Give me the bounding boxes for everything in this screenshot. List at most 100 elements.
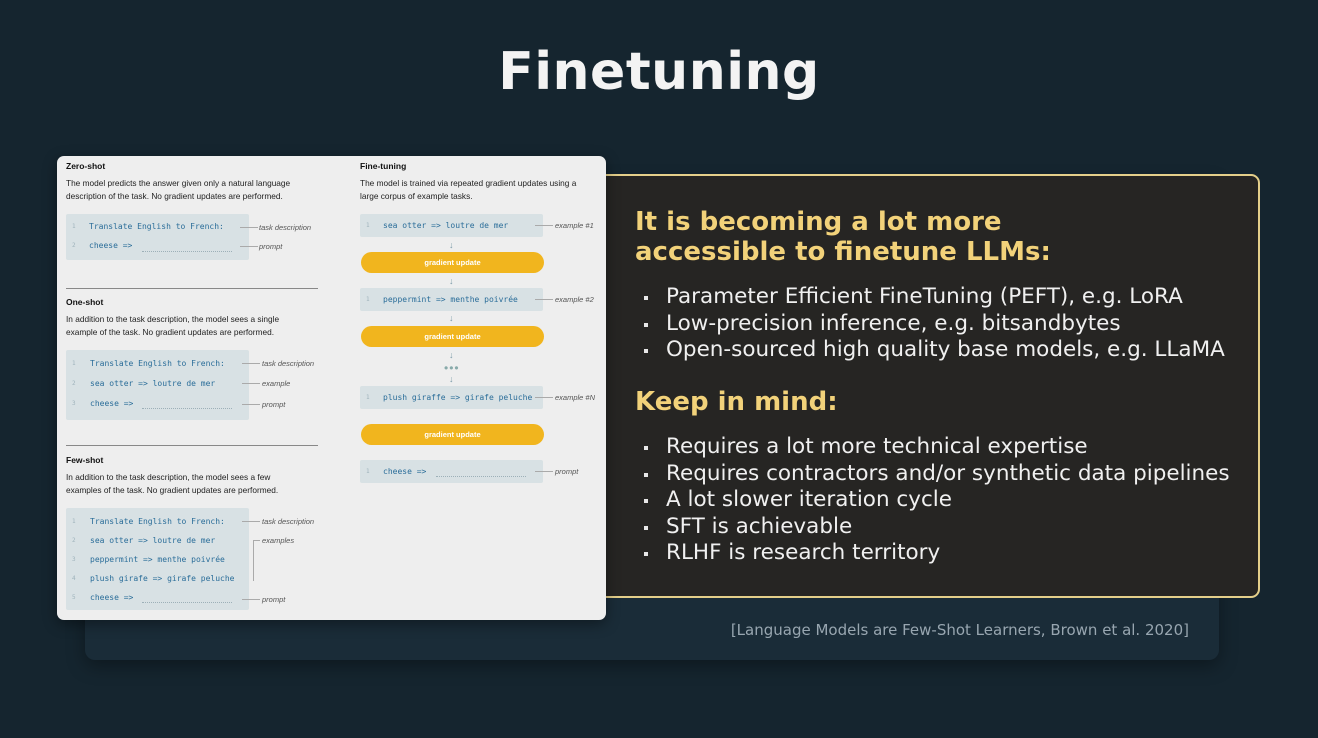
fine-tuning-example-1: 1 sea otter => loutre de mer bbox=[360, 214, 543, 237]
fine-tuning-example-2: 1 peppermint => menthe poivrée bbox=[360, 288, 543, 311]
annotation-line bbox=[535, 299, 553, 300]
few-shot-code-block: 1 Translate English to French: 2 sea ott… bbox=[66, 508, 249, 610]
gradient-update-pill: gradient update bbox=[361, 326, 544, 347]
line-number: 1 bbox=[366, 296, 370, 303]
few-shot-figure: Zero-shot The model predicts the answer … bbox=[57, 156, 606, 620]
prompt-blank bbox=[436, 476, 526, 477]
prompt-blank bbox=[142, 602, 232, 603]
annotation-line bbox=[242, 404, 260, 405]
zero-shot-title: Zero-shot bbox=[66, 161, 106, 171]
annotation-prompt: prompt bbox=[262, 400, 286, 409]
examples-bracket bbox=[245, 541, 254, 581]
gradient-update-pill: gradient update bbox=[361, 424, 544, 445]
fine-tuning-prompt: 1 cheese => bbox=[360, 460, 543, 483]
down-arrow-icon: ↓ bbox=[449, 350, 454, 360]
one-shot-description: In addition to the task description, the… bbox=[66, 314, 280, 337]
line-number: 1 bbox=[366, 394, 370, 401]
prompt-blank bbox=[142, 408, 232, 409]
section-divider bbox=[66, 445, 318, 446]
heading-accessible-line-1: It is becoming a lot more bbox=[635, 207, 1002, 237]
bullet-item: A lot slower iteration cycle bbox=[640, 487, 1230, 514]
code-line: cheese => bbox=[90, 399, 134, 408]
down-arrow-icon: ↓ bbox=[449, 276, 454, 286]
annotation-task-description: task description bbox=[262, 359, 315, 368]
annotation-examples: examples bbox=[262, 536, 295, 545]
code-line: sea otter => loutre de mer bbox=[383, 221, 509, 230]
annotation-prompt: prompt bbox=[555, 467, 579, 476]
fine-tuning-example-n: 1 plush giraffe => girafe peluche bbox=[360, 386, 543, 409]
line-number: 2 bbox=[72, 242, 76, 249]
annotation-line bbox=[240, 227, 258, 228]
code-line: Translate English to French: bbox=[89, 222, 224, 231]
annotation-line bbox=[242, 383, 260, 384]
code-line: cheese => bbox=[89, 241, 133, 250]
line-number: 3 bbox=[72, 400, 76, 407]
annotation-example-2: example #2 bbox=[555, 295, 594, 304]
line-number: 2 bbox=[72, 380, 76, 387]
few-shot-description: In addition to the task description, the… bbox=[66, 472, 279, 495]
annotation-example: example bbox=[262, 379, 291, 388]
zero-shot-code-block: 1 Translate English to French: 2 cheese … bbox=[66, 214, 249, 260]
annotation-line bbox=[242, 521, 260, 522]
bullet-item: Requires contractors and/or synthetic da… bbox=[640, 461, 1230, 488]
accessible-bullet-list: Parameter Efficient FineTuning (PEFT), e… bbox=[640, 284, 1225, 364]
down-arrow-icon: ↓ bbox=[449, 313, 454, 323]
annotation-line bbox=[240, 246, 258, 247]
down-arrow-icon: ↓ bbox=[449, 240, 454, 250]
code-line: peppermint => menthe poivrée bbox=[90, 555, 225, 564]
code-line: cheese => bbox=[90, 593, 134, 602]
line-number: 1 bbox=[366, 468, 370, 475]
code-line: peppermint => menthe poivrée bbox=[383, 295, 518, 304]
zero-shot-description: The model predicts the answer given only… bbox=[66, 178, 291, 201]
one-shot-title: One-shot bbox=[66, 297, 104, 307]
one-shot-code-block: 1 Translate English to French: 2 sea ott… bbox=[66, 350, 249, 420]
keep-in-mind-bullet-list: Requires a lot more technical expertise … bbox=[640, 434, 1230, 567]
code-line: Translate English to French: bbox=[90, 359, 225, 368]
annotation-example-1: example #1 bbox=[555, 221, 594, 230]
heading-accessible: It is becoming a lot more accessible to … bbox=[635, 207, 1051, 267]
annotation-line bbox=[535, 225, 553, 226]
prompt-blank bbox=[142, 251, 232, 252]
fine-tuning-title: Fine-tuning bbox=[360, 161, 407, 171]
bullet-item: RLHF is research territory bbox=[640, 540, 1230, 567]
annotation-task-description: task description bbox=[259, 223, 312, 232]
bullet-item: SFT is achievable bbox=[640, 514, 1230, 541]
code-line: plush giraffe => girafe peluche bbox=[383, 393, 533, 402]
annotation-line bbox=[253, 540, 260, 541]
bullet-item: Open-sourced high quality base models, e… bbox=[640, 337, 1225, 364]
annotation-task-description: task description bbox=[262, 517, 315, 526]
annotation-prompt: prompt bbox=[262, 595, 286, 604]
code-line: plush girafe => girafe peluche bbox=[90, 574, 235, 583]
bullet-item: Parameter Efficient FineTuning (PEFT), e… bbox=[640, 284, 1225, 311]
code-line: Translate English to French: bbox=[90, 517, 225, 526]
code-line: sea otter => loutre de mer bbox=[90, 379, 216, 388]
annotation-line bbox=[535, 471, 553, 472]
line-number: 3 bbox=[72, 556, 76, 563]
line-number: 1 bbox=[72, 518, 76, 525]
down-arrow-icon: ↓ bbox=[449, 374, 454, 384]
citation: [Language Models are Few-Shot Learners, … bbox=[730, 621, 1189, 639]
line-number: 1 bbox=[72, 223, 76, 230]
annotation-example-n: example #N bbox=[555, 393, 596, 402]
bullet-item: Low-precision inference, e.g. bitsandbyt… bbox=[640, 311, 1225, 338]
annotation-line bbox=[242, 363, 260, 364]
annotation-line bbox=[535, 397, 553, 398]
code-line: sea otter => loutre de mer bbox=[90, 536, 216, 545]
section-divider bbox=[66, 288, 318, 289]
heading-keep-in-mind: Keep in mind: bbox=[635, 387, 838, 417]
line-number: 5 bbox=[72, 594, 76, 601]
heading-accessible-line-2: accessible to finetune LLMs: bbox=[635, 237, 1051, 267]
line-number: 1 bbox=[72, 360, 76, 367]
bullet-item: Requires a lot more technical expertise bbox=[640, 434, 1230, 461]
slide-title: Finetuning bbox=[498, 42, 820, 102]
line-number: 4 bbox=[72, 575, 76, 582]
fine-tuning-description: The model is trained via repeated gradie… bbox=[360, 178, 577, 201]
line-number: 1 bbox=[366, 222, 370, 229]
line-number: 2 bbox=[72, 537, 76, 544]
annotation-prompt: prompt bbox=[259, 242, 283, 251]
few-shot-title: Few-shot bbox=[66, 455, 104, 465]
annotation-line bbox=[242, 599, 260, 600]
gradient-update-pill: gradient update bbox=[361, 252, 544, 273]
code-line: cheese => bbox=[383, 467, 427, 476]
ellipsis-icon: ••• bbox=[444, 361, 460, 375]
